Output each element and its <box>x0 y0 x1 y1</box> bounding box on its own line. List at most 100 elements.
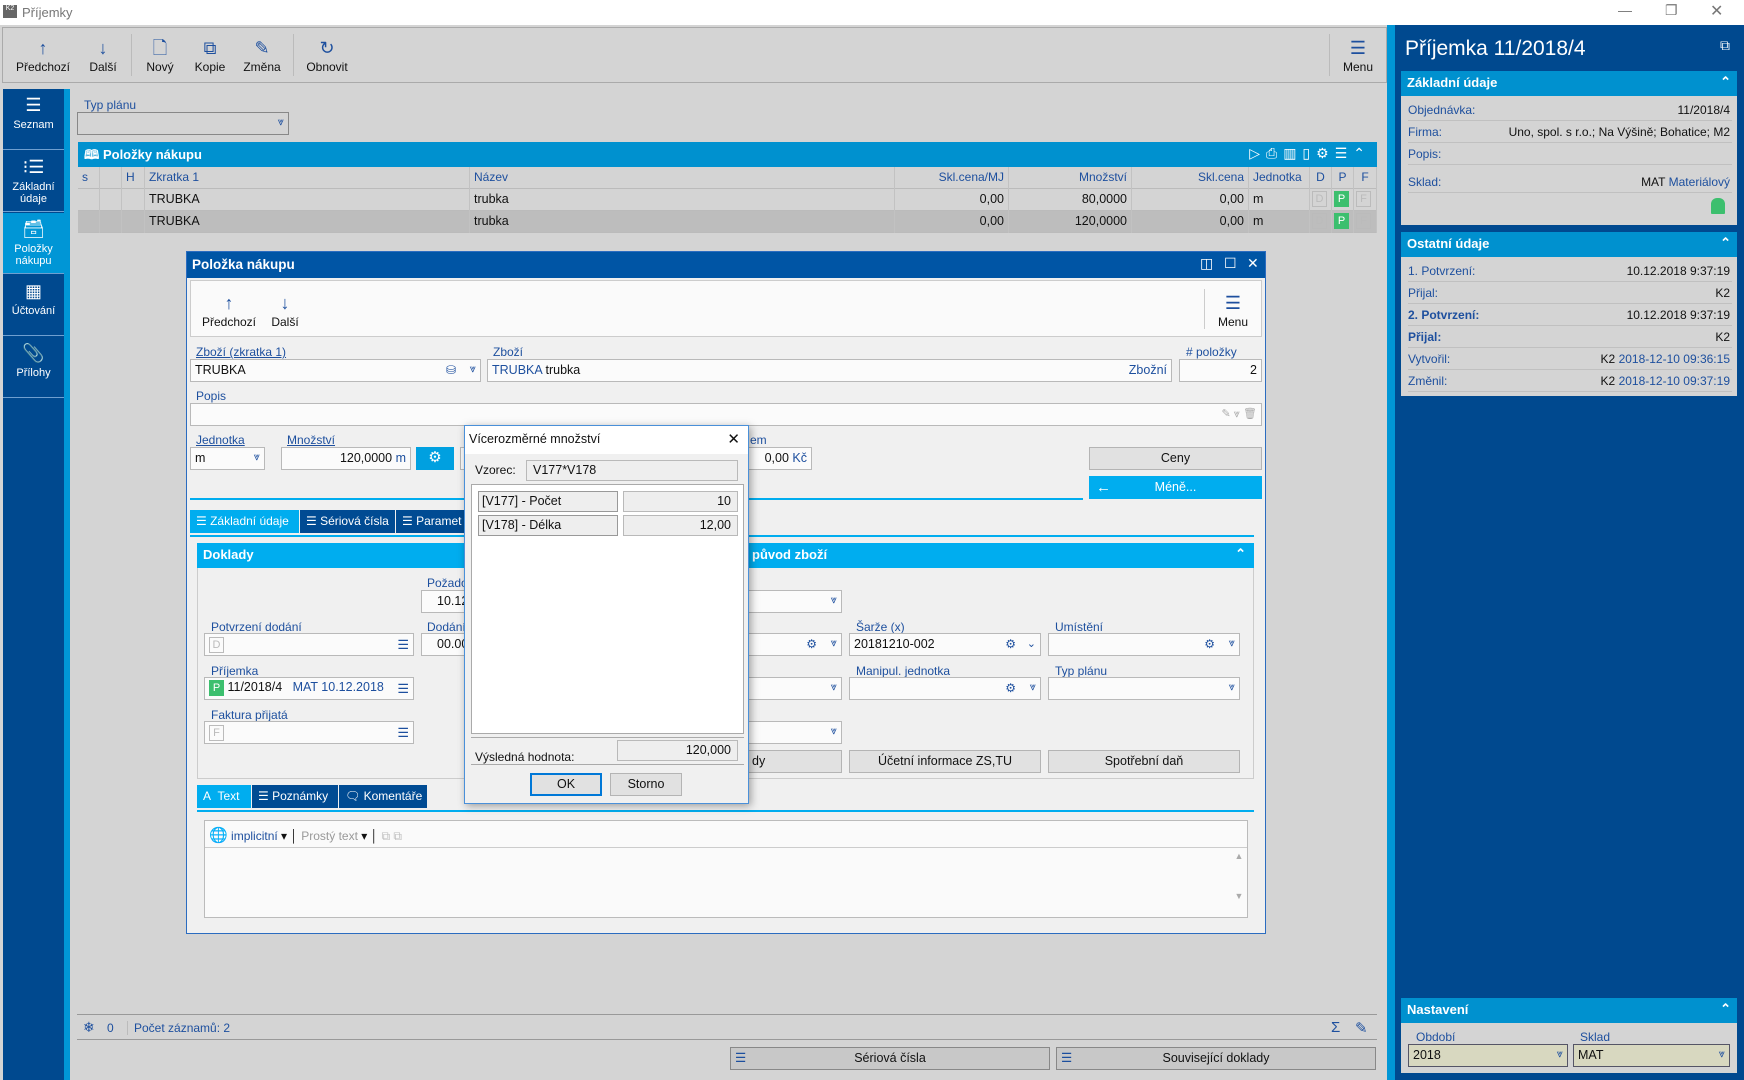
toolbar-next-button[interactable]: ↓ Další <box>81 36 125 74</box>
table-row[interactable]: TRUBKA trubka 0,00 120,0000 0,00 m D P F <box>78 211 1377 233</box>
related-docs-button[interactable]: ☰ Související doklady <box>1056 1047 1376 1070</box>
filter-plan-type-select[interactable]: ⩔ <box>77 112 289 135</box>
toolbar-edit-button[interactable]: ✎ Změna <box>237 36 287 74</box>
prices-button[interactable]: Ceny <box>1089 447 1262 470</box>
edit-icon[interactable]: ✎ <box>1355 1019 1368 1037</box>
collapse-icon[interactable]: ⌃ <box>1235 546 1246 562</box>
minimize-button[interactable]: — <box>1618 2 1632 18</box>
ok-button[interactable]: OK <box>530 773 602 796</box>
batch-input[interactable]: 20181210-002 ⚙ ⌄ <box>849 633 1041 656</box>
nav-item-list[interactable]: ☰ Seznam <box>3 89 64 150</box>
column-header[interactable]: Název <box>470 167 895 189</box>
column-header[interactable]: H <box>122 167 145 189</box>
restore-button[interactable]: ❐ <box>1665 2 1678 19</box>
excise-tax-button[interactable]: Spotřební daň <box>1048 750 1240 773</box>
origin-field-3[interactable]: ⩔ <box>745 677 842 700</box>
less-button[interactable]: ← Méně... <box>1089 476 1262 499</box>
tab-comments[interactable]: 🗨 Komentáře <box>339 785 427 808</box>
chevron-down-icon[interactable]: ⌄ <box>1027 637 1036 650</box>
description-input[interactable]: ✎ ⩔ 🗑 <box>190 403 1262 426</box>
format-select[interactable]: Prostý text <box>301 829 358 843</box>
table-row[interactable]: TRUBKA trubka 0,00 80,0000 0,00 m D P F <box>78 189 1377 211</box>
filter-icon[interactable]: ❄ <box>83 1019 95 1036</box>
tab-serial-numbers[interactable]: ☰ Sériová čísla <box>300 510 395 533</box>
unit-select[interactable]: m ⩔ <box>190 447 265 470</box>
location-input[interactable]: ⚙ ⩔ <box>1048 633 1240 656</box>
nav-item-accounting[interactable]: ▦ Účtování <box>3 275 64 336</box>
field-tools-icon[interactable]: ✎ ⩔ 🗑 <box>1222 407 1258 421</box>
copy-icon[interactable]: ⧉ ⧉ <box>381 829 401 843</box>
gear-icon[interactable]: ⚙ <box>1204 637 1215 651</box>
tab-notes[interactable]: ☰ Poznámky <box>252 785 338 808</box>
list-icon[interactable]: ☰ <box>397 681 409 697</box>
nav-item-purchase-items[interactable]: 🗃 Položky nákupu <box>3 213 64 274</box>
popout-icon[interactable]: ⧉ <box>1720 37 1730 54</box>
cancel-button[interactable]: Storno <box>610 773 682 796</box>
gear-icon[interactable]: ⚙ <box>1005 637 1016 651</box>
list-icon[interactable]: ☰ <box>397 725 409 741</box>
origin-button-1[interactable]: dy <box>745 750 842 773</box>
column-header[interactable]: F <box>1354 167 1377 189</box>
toolbar-copy-button[interactable]: ⧉ Kopie <box>187 36 233 74</box>
dock-icon[interactable]: ◫ <box>1200 255 1213 272</box>
column-header[interactable]: Zkratka 1 <box>145 167 470 189</box>
tab-text[interactable]: A Text <box>197 785 251 808</box>
column-header[interactable]: Jednotka <box>1249 167 1310 189</box>
gear-icon[interactable]: ⚙ <box>1316 145 1335 161</box>
form-next-button[interactable]: ↓ Další <box>263 291 307 329</box>
play-icon[interactable]: ▷ <box>1249 145 1266 161</box>
toolbar-new-button[interactable]: 🗋 Nový <box>137 36 183 74</box>
period-select[interactable]: 2018 ⩔ <box>1408 1044 1568 1067</box>
print-icon[interactable]: ⎙ <box>1266 145 1283 161</box>
toolbar-refresh-button[interactable]: ↻ Obnovit <box>299 36 355 74</box>
origin-field-4[interactable]: ⩔ <box>745 721 842 744</box>
column-header[interactable]: Skl.cena/MJ <box>895 167 1009 189</box>
quantity-input[interactable]: 120,0000 m <box>281 447 411 470</box>
multidimensional-qty-button[interactable]: ⚙ <box>416 447 454 470</box>
columns-icon[interactable]: ▯ <box>1302 145 1316 161</box>
origin-field-1[interactable]: ⩔ <box>745 590 842 613</box>
tab-basic-data[interactable]: ☰ Základní údaje <box>190 510 299 533</box>
settings-header[interactable]: Nastavení ⌃ <box>1401 998 1737 1023</box>
form-menu-button[interactable]: ☰ Menu <box>1209 291 1257 329</box>
receipt-input[interactable]: P 11/2018/4 MAT 10.12.2018 ☰ <box>204 677 414 700</box>
maximize-icon[interactable]: ☐ <box>1224 255 1237 272</box>
sum-icon[interactable]: Σ <box>1331 1019 1340 1036</box>
list-icon[interactable]: ☰ <box>397 637 409 653</box>
close-icon[interactable]: ✕ <box>727 430 740 448</box>
menu-icon[interactable]: ☰ <box>1335 145 1354 161</box>
price-input[interactable]: 0,00 Kč <box>745 447 812 470</box>
collapse-icon[interactable]: ⌃ <box>1353 145 1371 161</box>
delivery-confirm-input[interactable]: D ☰ <box>204 633 414 656</box>
column-header[interactable]: Skl.cena <box>1132 167 1249 189</box>
chart-icon[interactable]: ▥ <box>1283 145 1302 161</box>
gear-icon[interactable]: ⚙ <box>806 637 817 651</box>
toolbar-prev-button[interactable]: ↑ Předchozí <box>13 36 73 74</box>
nav-item-basic-data[interactable]: ⁝☰ Základní údaje <box>3 151 64 212</box>
text-editor[interactable]: 🌐 implicitní ▾ │ Prostý text ▾ │ ⧉ ⧉ ▲ ▼ <box>204 820 1248 918</box>
item-no-input[interactable]: 2 <box>1179 359 1262 382</box>
close-window-button[interactable]: ✕ <box>1710 1 1723 21</box>
gear-icon[interactable]: ⚙ <box>1005 681 1016 695</box>
column-header[interactable]: P <box>1332 167 1354 189</box>
toolbar-menu-button[interactable]: ☰ Menu <box>1335 36 1381 74</box>
serial-numbers-button[interactable]: ☰ Sériová čísla <box>730 1047 1050 1070</box>
close-icon[interactable]: ✕ <box>1247 255 1259 272</box>
language-select[interactable]: implicitní <box>231 829 278 843</box>
var-value-1[interactable]: 10 <box>623 491 738 512</box>
store-select[interactable]: MAT ⩔ <box>1573 1044 1730 1067</box>
invoice-input[interactable]: F ☰ <box>204 721 414 744</box>
form-prev-button[interactable]: ↑ Předchozí <box>199 291 259 329</box>
globe-icon[interactable]: 🌐 <box>209 827 228 844</box>
column-header[interactable]: s <box>78 167 100 189</box>
column-header[interactable] <box>100 167 122 189</box>
column-header[interactable]: Množství <box>1009 167 1132 189</box>
origin-field-2[interactable]: ⚙ ⩔ <box>745 633 842 656</box>
basic-data-header[interactable]: Základní údaje ⌃ <box>1401 71 1737 96</box>
var-value-2[interactable]: 12,00 <box>623 515 738 536</box>
handling-unit-input[interactable]: ⚙ ⩔ <box>849 677 1041 700</box>
editor-scrollbar[interactable]: ▲ ▼ <box>1233 851 1245 915</box>
other-data-header[interactable]: Ostatní údaje ⌃ <box>1401 232 1737 257</box>
plan-type-input[interactable]: ⩔ <box>1048 677 1240 700</box>
accounting-info-button[interactable]: Účetní informace ZS,TU <box>849 750 1041 773</box>
